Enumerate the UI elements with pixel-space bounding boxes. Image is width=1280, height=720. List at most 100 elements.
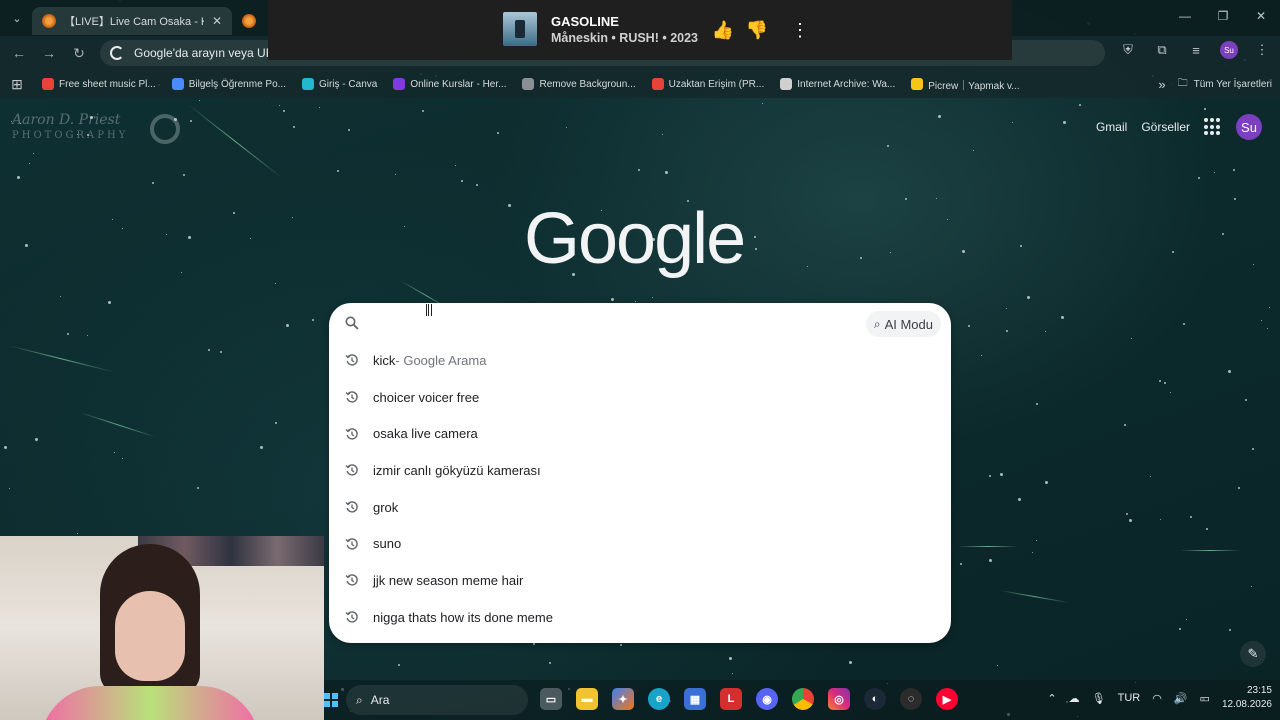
bookmark-item[interactable]: Giriş - Canva xyxy=(294,78,385,90)
task-view-icon[interactable]: ▭ xyxy=(540,688,562,710)
restore-icon[interactable]: ❐ xyxy=(1204,0,1242,32)
track-subtitle: Måneskin • RUSH! • 2023 xyxy=(551,31,698,45)
taskbar-apps: ▭ ▬ ✦ e ▦ L ◉ ◎ ◐ ◌ ▶ xyxy=(540,688,958,710)
account-avatar[interactable]: Su xyxy=(1236,114,1262,140)
star xyxy=(1204,108,1206,110)
star xyxy=(455,165,456,166)
images-link[interactable]: Görseller xyxy=(1141,120,1190,134)
bookmark-favicon-icon xyxy=(522,78,535,90)
star xyxy=(4,446,7,449)
star xyxy=(732,673,733,674)
star xyxy=(1269,307,1270,308)
star xyxy=(1036,403,1038,405)
ai-mode-button[interactable]: ⌕ AI Modu xyxy=(865,311,941,337)
google-apps-icon[interactable] xyxy=(1204,118,1222,136)
back-icon[interactable]: ← xyxy=(4,38,34,68)
suggestion-text: kick xyxy=(373,352,396,368)
youtube-music-icon[interactable]: ▶ xyxy=(936,688,958,710)
suggestion-item[interactable]: izmir canlı gökyüzü kamerası xyxy=(329,452,951,489)
battery-icon[interactable]: ▭ xyxy=(1200,692,1210,705)
search-icon xyxy=(345,316,359,330)
forward-icon[interactable]: → xyxy=(34,38,64,68)
star xyxy=(199,100,200,101)
volume-icon[interactable]: 🔊 xyxy=(1174,692,1188,705)
language-indicator[interactable]: TUR xyxy=(1118,692,1141,704)
bookmark-item[interactable]: Remove Backgroun... xyxy=(514,78,643,90)
suggestion-item[interactable]: grok xyxy=(329,489,951,526)
tab-search-dropdown-icon[interactable]: ⌄ xyxy=(2,3,32,33)
thumbs-down-icon[interactable]: 👎 xyxy=(745,18,769,42)
microphone-icon[interactable]: 🎙 xyxy=(1092,692,1106,705)
suggestion-text: choicer voicer free xyxy=(373,389,480,405)
taskbar-search[interactable]: ⌕ Ara xyxy=(346,685,528,715)
suggestion-item[interactable]: kick - Google Arama xyxy=(329,342,951,379)
close-window-icon[interactable]: ✕ xyxy=(1242,0,1280,32)
menu-kebab-icon[interactable]: ⋮ xyxy=(1252,40,1272,60)
star xyxy=(938,115,941,118)
bookmark-item[interactable]: Picrew｜Yapmak v... xyxy=(903,77,1027,92)
file-explorer-icon[interactable]: ▬ xyxy=(576,688,598,710)
clock[interactable]: 23:15 12.08.2026 xyxy=(1222,684,1272,712)
l-app-icon[interactable]: L xyxy=(720,688,742,710)
star xyxy=(989,559,992,562)
chrome-icon[interactable] xyxy=(792,688,814,710)
onedrive-icon[interactable]: ☁ xyxy=(1069,692,1080,705)
discord-icon[interactable]: ◉ xyxy=(756,688,778,710)
windows-start-icon[interactable] xyxy=(324,693,338,707)
star xyxy=(887,145,889,147)
star xyxy=(1222,233,1224,235)
all-bookmarks-folder[interactable]: 🗀 Tüm Yer İşaretleri xyxy=(1178,76,1272,93)
wifi-icon[interactable]: ◠ xyxy=(1152,692,1162,705)
store-icon[interactable]: ▦ xyxy=(684,688,706,710)
tab-live-cam-osaka[interactable]: 【LIVE】Live Cam Osaka - Korea ✕ xyxy=(32,7,232,35)
star xyxy=(1150,476,1151,477)
more-options-icon[interactable]: ⋮ xyxy=(788,18,812,42)
suggestion-item[interactable]: osaka live camera xyxy=(329,415,951,452)
obs-icon[interactable]: ◌ xyxy=(900,688,922,710)
thumbs-up-icon[interactable]: 👍 xyxy=(711,18,735,42)
tab-title: 【LIVE】Live Cam Osaka - Korea xyxy=(64,16,204,28)
shield-extension-icon[interactable]: ⛨ xyxy=(1118,40,1138,60)
profile-avatar[interactable]: Su xyxy=(1220,41,1238,59)
reload-icon[interactable]: ↻ xyxy=(64,38,94,68)
star xyxy=(1253,264,1254,265)
bookmark-item[interactable]: Uzaktan Erişim (PR... xyxy=(644,78,773,90)
minimize-icon[interactable]: — xyxy=(1166,0,1204,32)
star xyxy=(398,664,400,666)
suggestion-text: izmir canlı gökyüzü kamerası xyxy=(373,462,541,478)
webcam-overlay xyxy=(0,536,324,720)
bookmark-item[interactable]: Online Kurslar - Her... xyxy=(385,78,514,90)
steam-icon[interactable]: ◐ xyxy=(864,688,886,710)
bookmark-item[interactable]: Free sheet music Pl... xyxy=(34,78,164,90)
star xyxy=(1032,552,1033,553)
star xyxy=(188,236,191,239)
apps-grid-icon[interactable]: ⊞ xyxy=(0,76,34,93)
suggestion-item[interactable]: choicer voicer free xyxy=(329,379,951,416)
bookmark-item[interactable]: Bilgelş Öğrenme Po... xyxy=(164,78,294,90)
close-tab-icon[interactable]: ✕ xyxy=(212,14,222,28)
suggestion-item[interactable]: jjk new season meme hair xyxy=(329,562,951,599)
windows-taskbar: ⌕ Ara ▭ ▬ ✦ e ▦ L ◉ ◎ ◐ ◌ ▶ ⌃ ☁ 🎙 TUR ◠ … xyxy=(324,680,1280,720)
bookmark-favicon-icon xyxy=(171,78,184,90)
search-input[interactable] xyxy=(371,311,831,335)
bookmark-item[interactable]: Internet Archive: Wa... xyxy=(772,78,903,90)
copilot-icon[interactable]: ✦ xyxy=(612,688,634,710)
edge-icon[interactable]: e xyxy=(648,688,670,710)
star xyxy=(905,198,907,200)
star xyxy=(1129,519,1132,522)
star xyxy=(260,446,263,449)
media-queue-icon[interactable]: ≡ xyxy=(1186,40,1206,60)
extensions-puzzle-icon[interactable]: ⧉ xyxy=(1152,40,1172,60)
gmail-link[interactable]: Gmail xyxy=(1096,120,1127,134)
star xyxy=(319,107,320,108)
more-bookmarks-icon[interactable]: » xyxy=(1158,77,1165,92)
instagram-icon[interactable]: ◎ xyxy=(828,688,850,710)
taskbar-search-label: Ara xyxy=(370,693,390,707)
star xyxy=(33,153,34,154)
suggestion-item[interactable]: suno xyxy=(329,525,951,562)
suggestion-item[interactable]: nigga thats how its done meme xyxy=(329,599,951,636)
tray-overflow-icon[interactable]: ⌃ xyxy=(1047,692,1056,705)
address-bar-placeholder: Google'da arayın veya URL xyxy=(134,46,282,60)
bookmark-favicon-icon xyxy=(393,78,406,90)
customize-pencil-icon[interactable]: ✎ xyxy=(1240,641,1266,667)
